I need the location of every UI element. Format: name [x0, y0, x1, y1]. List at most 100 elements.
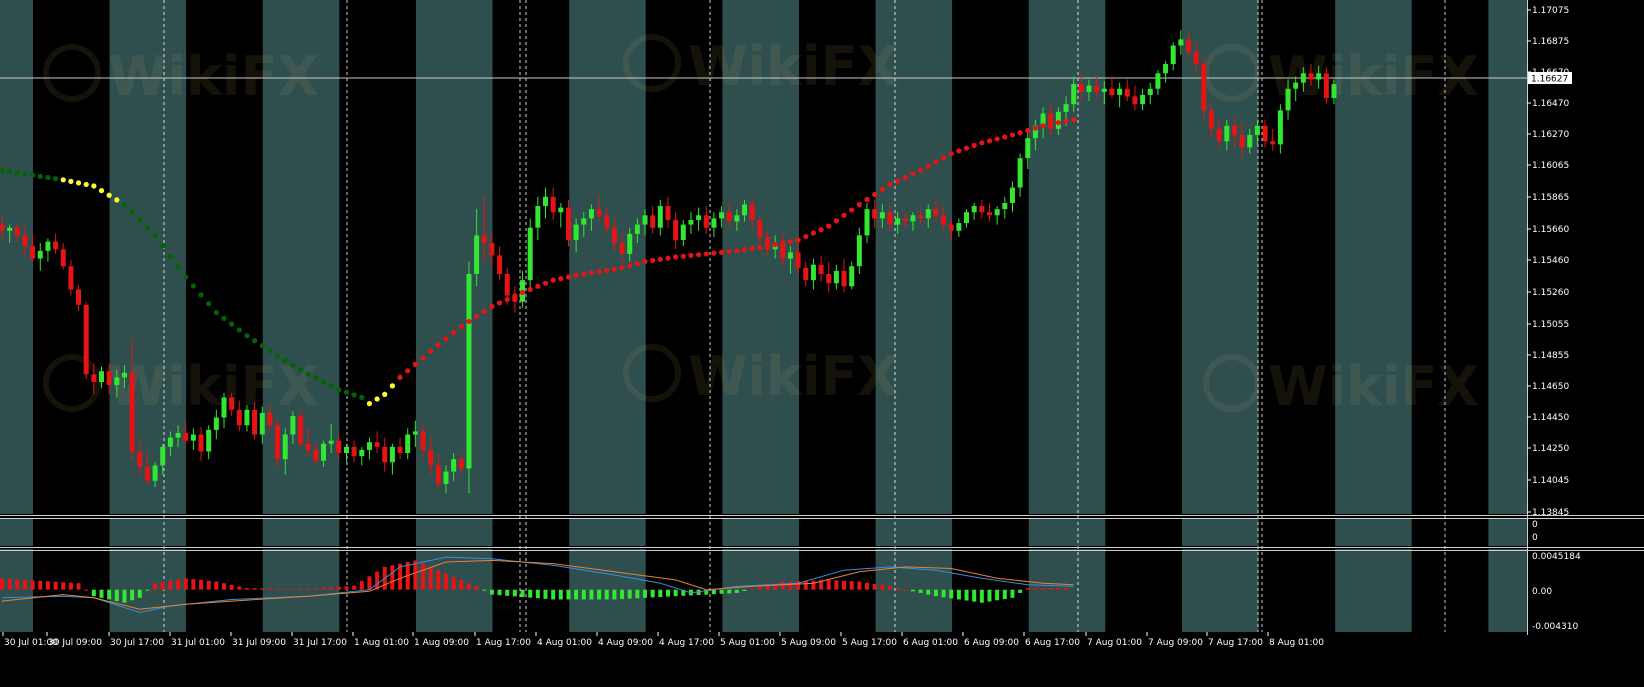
watermark-text: WikiFX — [108, 45, 319, 108]
candle-body — [435, 465, 441, 484]
candle-body — [1025, 138, 1031, 159]
macd-bar — [727, 589, 732, 594]
candle-body — [152, 465, 158, 481]
candle-body — [206, 429, 212, 452]
ma-dot — [121, 201, 128, 208]
macd-bar — [176, 579, 181, 590]
session-band — [262, 519, 340, 546]
candle-body — [359, 449, 365, 457]
session-band — [722, 549, 799, 632]
macd-bar — [0, 578, 4, 590]
macd-bar — [7, 578, 12, 590]
macd-bar — [68, 582, 73, 590]
candle-body — [183, 432, 189, 441]
session-band — [952, 519, 1029, 546]
candle-body — [76, 289, 82, 305]
candle-body — [1094, 85, 1100, 92]
macd-bar — [336, 586, 341, 590]
candle-body — [841, 270, 847, 287]
candle-body — [634, 224, 640, 234]
macd-bar — [842, 580, 847, 590]
time-tick-label: 5 Aug 01:00 — [720, 638, 775, 648]
macd-bar — [99, 589, 104, 598]
candle-body — [642, 215, 648, 225]
ma-dot — [343, 389, 350, 395]
candle-body — [83, 304, 89, 375]
macd-bar — [650, 589, 655, 598]
macd-bar — [122, 589, 127, 603]
session-band — [339, 0, 416, 514]
ma-dot — [244, 333, 250, 339]
candle-body — [229, 397, 235, 410]
candle-body — [1078, 84, 1084, 92]
candle-body — [573, 224, 579, 241]
session-band — [1105, 519, 1182, 546]
mid-panel-label: 0 — [1532, 520, 1538, 530]
macd-bar — [443, 573, 448, 590]
macd-bar — [979, 589, 984, 603]
ma-dot — [604, 267, 610, 274]
ma-dot — [703, 251, 709, 257]
candle-body — [1170, 45, 1176, 65]
macd-bar — [566, 589, 571, 600]
ma-dot — [359, 394, 365, 401]
candle-body — [474, 235, 480, 274]
macd-bar — [1056, 588, 1061, 590]
watermark-text: WikiFX — [1268, 45, 1479, 108]
candle-body — [627, 233, 633, 254]
macd-bar — [214, 581, 219, 590]
price-tick-label: 1.16875 — [1532, 37, 1569, 47]
time-tick-label: 6 Aug 09:00 — [964, 638, 1019, 648]
ma-dot — [1009, 132, 1016, 138]
ma-dot — [764, 243, 771, 249]
macd-bar — [734, 589, 739, 593]
candle-body — [1216, 128, 1222, 142]
candle-body — [1178, 39, 1184, 46]
ma-dot — [910, 171, 916, 177]
macd-bar — [390, 565, 395, 590]
session-band — [0, 519, 33, 546]
session-band — [339, 549, 416, 632]
macd-bar — [581, 589, 586, 600]
time-tick-label: 31 Jul 01:00 — [171, 638, 225, 648]
session-band — [569, 519, 646, 546]
macd-bar — [956, 589, 961, 600]
session-band — [33, 549, 110, 632]
candle-body — [1277, 110, 1283, 145]
macd-bar — [780, 581, 785, 590]
ma-dot — [397, 374, 403, 380]
candle-body — [979, 206, 985, 213]
ma-dot — [818, 227, 824, 233]
macd-bar — [528, 589, 533, 598]
candle-body — [742, 204, 748, 216]
macd-bar — [826, 579, 831, 590]
candle-body — [1009, 187, 1015, 203]
candle-body — [1132, 96, 1138, 105]
candle-body — [1331, 84, 1337, 99]
time-tick-label: 5 Aug 09:00 — [781, 638, 836, 648]
ma-dot — [45, 174, 51, 181]
time-tick-label: 6 Aug 17:00 — [1025, 638, 1080, 648]
candle-body — [91, 374, 97, 383]
ma-dot — [137, 217, 143, 223]
macd-bar — [38, 580, 43, 590]
candle-body — [1071, 84, 1077, 105]
candle-body — [236, 409, 242, 426]
candle-body — [734, 215, 740, 222]
macd-bar — [627, 589, 632, 599]
ma-dot — [948, 150, 954, 157]
ma-dot — [657, 256, 663, 262]
candle-body — [1254, 125, 1260, 136]
ma-dot — [14, 170, 20, 176]
price-tick-label: 1.14855 — [1532, 351, 1569, 361]
ma-dot — [91, 183, 97, 189]
macd-bar — [451, 576, 456, 590]
ma-dot — [198, 292, 204, 298]
ma-dot — [535, 283, 541, 289]
ma-dot — [986, 138, 993, 144]
candle-body — [389, 446, 395, 463]
candle-body — [1293, 82, 1299, 89]
session-band — [1028, 519, 1106, 546]
macd-bar — [811, 580, 816, 590]
candle-body — [619, 243, 625, 254]
